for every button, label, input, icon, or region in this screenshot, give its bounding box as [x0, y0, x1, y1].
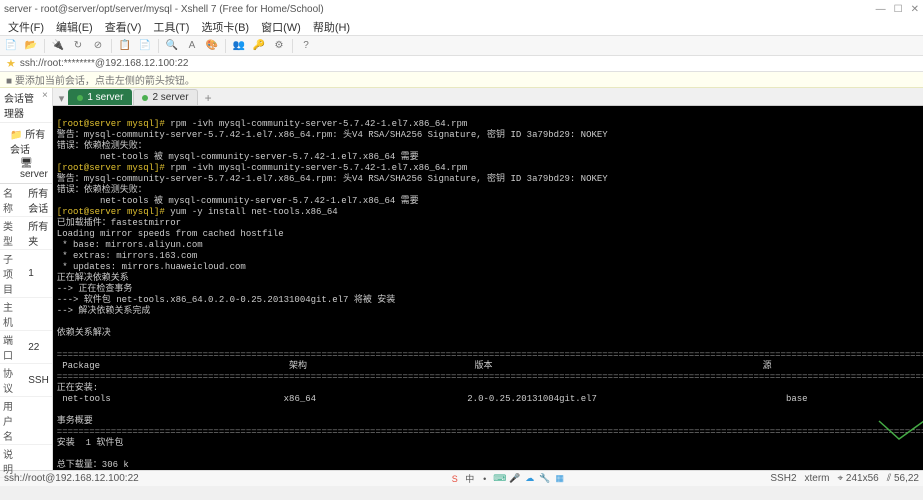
toolbar: 📄 📂 🔌 ↻ ⊘ 📋 📄 🔍 A 🎨 👥 🔑 ⚙ ? — [0, 36, 923, 56]
disconnect-icon[interactable]: ⊘ — [91, 39, 105, 53]
prop-child-v: 1 — [25, 250, 52, 298]
properties-panel: 名称所有会话 类型所有夹 子项目1 主机 端口22 协议SSH 用户名 说明 — [0, 183, 52, 478]
hint-text: ■ 要添加当前会话，点击左侧的箭头按钮。 — [6, 72, 195, 87]
menu-tools[interactable]: 工具(T) — [149, 19, 193, 35]
open-icon[interactable]: 📂 — [24, 39, 38, 53]
reconnect-icon[interactable]: ↻ — [71, 39, 85, 53]
tool-icon[interactable]: 🔧 — [539, 473, 551, 485]
hintbar: ■ 要添加当前会话，点击左侧的箭头按钮。 — [0, 72, 923, 88]
tab-menu-icon[interactable]: ▾ — [55, 92, 69, 105]
separator — [158, 39, 159, 53]
session-tree[interactable]: 📁 所有会话 🖥 server — [0, 123, 52, 183]
minimize-icon[interactable]: — — [876, 4, 886, 15]
prop-child-k: 子项目 — [0, 250, 25, 298]
punct-icon[interactable]: • — [479, 473, 491, 485]
status-term: xterm — [805, 473, 830, 484]
connect-icon[interactable]: 🔌 — [51, 39, 65, 53]
menu-edit[interactable]: 编辑(E) — [52, 19, 97, 35]
terminal[interactable]: [root@server mysql]# rpm -ivh mysql-comm… — [53, 106, 923, 470]
mic-icon[interactable]: 🎤 — [509, 473, 521, 485]
checkmark-annotation — [831, 390, 911, 430]
prop-proto-v: SSH — [25, 364, 52, 397]
close-panel-icon[interactable]: × — [42, 90, 48, 120]
separator — [44, 39, 45, 53]
prop-name-v: 所有会话 — [25, 184, 52, 217]
grid-icon[interactable]: ▦ — [554, 473, 566, 485]
status-size: ⌖ 241x56 — [838, 473, 879, 484]
menu-tab[interactable]: 选项卡(B) — [197, 19, 253, 35]
help-icon[interactable]: ? — [299, 39, 313, 53]
cloud-icon[interactable]: ☁ — [524, 473, 536, 485]
lang-icon[interactable]: 中 — [464, 473, 476, 485]
prop-user-v — [25, 397, 52, 445]
key-icon[interactable]: 🔑 — [252, 39, 266, 53]
tree-all-sessions[interactable]: 📁 所有会话 — [4, 125, 48, 157]
status-dot-icon — [77, 95, 83, 101]
kbd-icon[interactable]: ⌨ — [494, 473, 506, 485]
prop-type-v: 所有夹 — [25, 217, 52, 250]
prop-host-v — [25, 298, 52, 331]
prop-port-v: 22 — [25, 331, 52, 364]
separator — [292, 39, 293, 53]
menu-view[interactable]: 查看(V) — [101, 19, 146, 35]
copy-icon[interactable]: 📋 — [118, 39, 132, 53]
new-icon[interactable]: 📄 — [4, 39, 18, 53]
prop-user-k: 用户名 — [0, 397, 25, 445]
prop-port-k: 端口 — [0, 331, 25, 364]
address-text[interactable]: ssh://root:********@192.168.12.100:22 — [20, 58, 189, 69]
session-manager-title: 会话管理器 × — [0, 88, 52, 123]
font-icon[interactable]: A — [185, 39, 199, 53]
close-icon[interactable]: ✕ — [911, 4, 919, 15]
status-dot-icon — [142, 95, 148, 101]
status-connection: ssh://root@192.168.12.100:22 — [4, 473, 139, 484]
separator — [225, 39, 226, 53]
tab-server-2[interactable]: 2 server — [133, 89, 197, 105]
menu-file[interactable]: 文件(F) — [4, 19, 48, 35]
prop-type-k: 类型 — [0, 217, 25, 250]
sidebar: 会话管理器 × 📁 所有会话 🖥 server 名称所有会话 类型所有夹 子项目… — [0, 88, 53, 470]
statusbar: ssh://root@192.168.12.100:22 S 中 • ⌨ 🎤 ☁… — [0, 470, 923, 486]
ime-icon[interactable]: S — [449, 473, 461, 485]
prop-name-k: 名称 — [0, 184, 25, 217]
tabbar: ▾ 1 server 2 server + — [53, 88, 923, 106]
window-title: server - root@server/opt/server/mysql - … — [4, 4, 324, 15]
users-icon[interactable]: 👥 — [232, 39, 246, 53]
session-manager-label: 会话管理器 — [4, 90, 42, 120]
paste-icon[interactable]: 📄 — [138, 39, 152, 53]
add-tab-icon[interactable]: + — [199, 91, 218, 105]
menubar: 文件(F) 编辑(E) 查看(V) 工具(T) 选项卡(B) 窗口(W) 帮助(… — [0, 18, 923, 36]
tree-item-server[interactable]: 🖥 server — [4, 157, 48, 181]
tab-server-1[interactable]: 1 server — [68, 89, 132, 105]
find-icon[interactable]: 🔍 — [165, 39, 179, 53]
prop-proto-k: 协议 — [0, 364, 25, 397]
settings-icon[interactable]: ⚙ — [272, 39, 286, 53]
addressbar: ★ ssh://root:********@192.168.12.100:22 — [0, 56, 923, 72]
prop-host-k: 主机 — [0, 298, 25, 331]
menu-help[interactable]: 帮助(H) — [309, 19, 354, 35]
status-ssh: SSH2 — [770, 473, 796, 484]
color-icon[interactable]: 🎨 — [205, 39, 219, 53]
favorite-icon[interactable]: ★ — [6, 57, 16, 70]
separator — [111, 39, 112, 53]
maximize-icon[interactable]: ☐ — [894, 4, 903, 15]
menu-window[interactable]: 窗口(W) — [257, 19, 305, 35]
status-cursor: ⫽ 56,22 — [887, 473, 919, 484]
titlebar: server - root@server/opt/server/mysql - … — [0, 0, 923, 18]
